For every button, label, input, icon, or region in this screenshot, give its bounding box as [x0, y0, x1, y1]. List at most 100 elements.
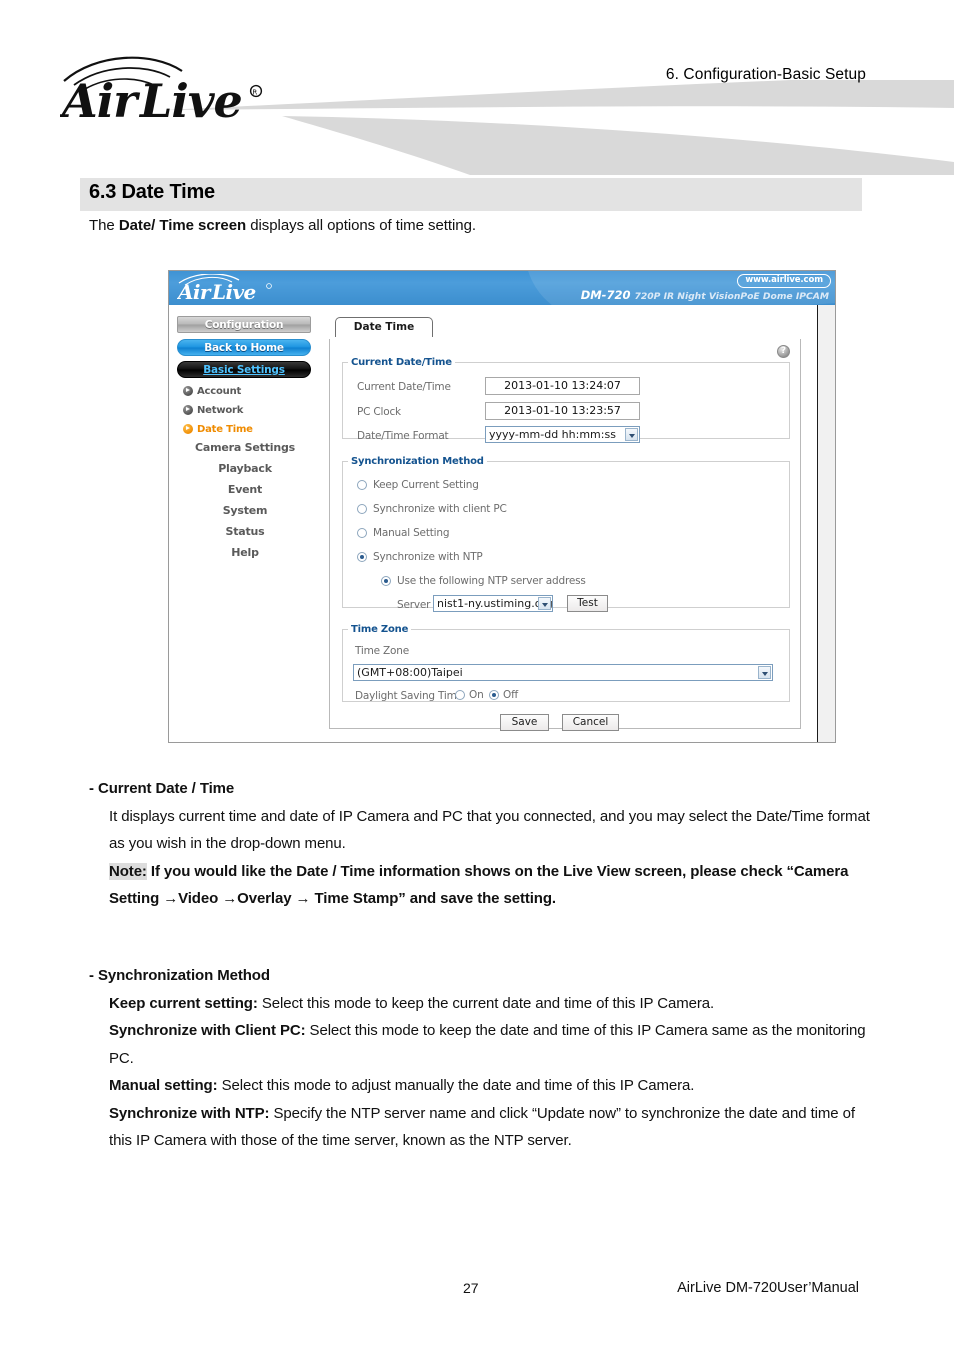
radio-manual-setting[interactable]: [357, 528, 367, 538]
sidebar-item-help-label: Help: [231, 546, 259, 559]
section-intro-text: The Date/ Time screen displays all optio…: [89, 217, 476, 234]
group-synchronization-method: Synchronization Method Keep Current Sett…: [342, 456, 790, 612]
date-time-settings-card: ? Current Date/Time Current Date/Time 20…: [329, 339, 801, 731]
camera-ui-sidebar: Configuration Back to Home Basic Setting…: [169, 305, 322, 742]
play-bullet-icon: [183, 424, 193, 434]
cancel-button[interactable]: Cancel: [562, 714, 619, 731]
sidebar-item-date-time[interactable]: Date Time: [183, 422, 253, 435]
label-time-zone: Time Zone: [355, 645, 409, 657]
camera-web-ui-screenshot: Air Live www.airlive.com DM-720 720P IR N…: [168, 270, 836, 743]
select-ntp-server[interactable]: nist1-ny.ustiming.org: [433, 595, 553, 612]
radio-dst-on-label: On: [469, 689, 484, 701]
test-button[interactable]: Test: [567, 595, 608, 612]
camera-model-label: DM-720 720P IR Night VisionPoE Dome IPCAM: [581, 288, 829, 302]
radio-dst-on[interactable]: [455, 690, 465, 700]
model-description: 720P IR Night VisionPoE Dome IPCAM: [634, 291, 829, 302]
sidebar-back-to-home-label: Back to Home: [204, 342, 284, 354]
sidebar-item-status[interactable]: Status: [169, 525, 321, 538]
select-time-zone-value: (GMT+08:00)Taipei: [357, 666, 463, 679]
sidebar-item-event[interactable]: Event: [169, 483, 321, 496]
section-current-date-time: - Current Date / Time It displays curren…: [89, 775, 879, 913]
sidebar-item-help[interactable]: Help: [169, 546, 321, 559]
page-title: 6.3 Date Time: [89, 181, 215, 203]
label-ntp-server: Server: [397, 599, 431, 611]
label-date-time-format: Date/Time Format: [357, 430, 449, 442]
group-synchronization-method-legend: Synchronization Method: [351, 456, 484, 467]
field-pc-clock-value: 2013-01-10 13:23:57: [485, 402, 640, 420]
sidebar-header-configuration: Configuration: [177, 316, 311, 333]
radio-dst-off-label: Off: [503, 689, 519, 701]
heading-synchronization-method: - Synchronization Method: [89, 967, 270, 984]
term-manual-setting: Manual setting:: [109, 1077, 218, 1094]
note-label: Note:: [109, 862, 147, 880]
desc-keep-current-setting: Select this mode to keep the current dat…: [257, 994, 715, 1012]
group-time-zone: Time Zone Time Zone (GMT+08:00)Taipei Da…: [342, 624, 790, 702]
tab-date-time[interactable]: Date Time: [335, 317, 433, 337]
sidebar-item-event-label: Event: [227, 483, 263, 496]
chevron-down-icon: [625, 428, 638, 441]
term-keep-current-setting: Keep current setting:: [109, 994, 258, 1012]
entry-manual-setting: Manual setting: Select this mode to adju…: [109, 1072, 879, 1100]
svg-text:Live: Live: [138, 74, 242, 125]
radio-keep-current-setting[interactable]: [357, 480, 367, 490]
svg-text:Live: Live: [211, 280, 256, 302]
sidebar-item-system[interactable]: System: [169, 504, 321, 517]
sidebar-item-account[interactable]: Account: [183, 384, 241, 397]
term-synchronize-with-client-pc: Synchronize with Client PC:: [109, 1022, 306, 1039]
select-time-zone[interactable]: (GMT+08:00)Taipei: [353, 664, 773, 681]
camera-ui-main-pane: Date Time ? Current Date/Time Current Da…: [321, 305, 818, 742]
sidebar-item-back-to-home[interactable]: Back to Home: [177, 339, 311, 356]
field-current-date-time-value: 2013-01-10 13:24:07: [485, 377, 640, 395]
sidebar-item-network[interactable]: Network: [183, 403, 243, 416]
sidebar-item-playback-label: Playback: [218, 462, 272, 475]
sidebar-item-account-label: Account: [197, 386, 242, 397]
save-button[interactable]: Save: [500, 714, 549, 731]
camera-ui-airlive-logo: Air Live: [176, 273, 307, 304]
select-date-time-format[interactable]: yyyy-mm-dd hh:mm:ss: [485, 426, 640, 443]
svg-text:Air: Air: [177, 280, 212, 302]
footer-page-number: 27: [463, 1280, 479, 1296]
camera-ui-topbar: Air Live www.airlive.com DM-720 720P IR N…: [169, 271, 835, 305]
chevron-down-icon: [758, 666, 771, 679]
radio-synchronize-with-ntp[interactable]: [357, 552, 367, 562]
play-bullet-icon: [183, 405, 193, 415]
group-current-date-time: Current Date/Time Current Date/Time 2013…: [342, 357, 790, 443]
intro-prefix: The: [89, 217, 119, 234]
sidebar-item-date-time-label: Date Time: [197, 424, 253, 435]
tab-date-time-label: Date Time: [353, 321, 415, 333]
play-bullet-icon: [183, 386, 193, 396]
svg-text:Air: Air: [60, 74, 141, 125]
note-text: If you would like the Date / Time inform…: [109, 862, 849, 908]
chevron-down-icon: [538, 597, 551, 610]
radio-synchronize-with-client-pc[interactable]: [357, 504, 367, 514]
heading-current-date-time: - Current Date / Time: [89, 780, 235, 797]
sidebar-item-network-label: Network: [197, 405, 244, 416]
svg-text:R: R: [252, 89, 257, 97]
sidebar-item-camera-settings-label: Camera Settings: [194, 441, 296, 454]
paragraph-current-date-time: It displays current time and date of IP …: [109, 807, 870, 853]
sidebar-item-camera-settings[interactable]: Camera Settings: [169, 441, 321, 454]
label-pc-clock: PC Clock: [357, 406, 401, 418]
radio-synchronize-with-ntp-label: Synchronize with NTP: [373, 551, 483, 563]
chapter-header-text: 6. Configuration-Basic Setup: [665, 66, 866, 83]
sidebar-item-playback[interactable]: Playback: [169, 462, 321, 475]
label-current-date-time: Current Date/Time: [357, 381, 451, 393]
sidebar-item-system-label: System: [222, 504, 268, 517]
radio-use-following-ntp-server[interactable]: [381, 576, 391, 586]
select-ntp-server-value: nist1-ny.ustiming.org: [437, 597, 553, 610]
sidebar-configuration-label: Configuration: [204, 319, 284, 331]
sidebar-basic-settings-label: Basic Settings: [203, 364, 285, 376]
radio-keep-current-setting-label: Keep Current Setting: [373, 479, 479, 491]
group-current-date-time-legend: Current Date/Time: [351, 357, 452, 368]
airlive-website-pill[interactable]: www.airlive.com: [737, 274, 831, 288]
model-number: DM-720: [580, 288, 631, 302]
sidebar-item-status-label: Status: [225, 525, 265, 538]
intro-bold: Date/ Time screen: [118, 217, 247, 234]
group-time-zone-legend: Time Zone: [351, 624, 409, 635]
vertical-scrollbar[interactable]: [817, 305, 835, 742]
radio-dst-off[interactable]: [489, 690, 499, 700]
desc-manual-setting: Select this mode to adjust manually the …: [217, 1077, 695, 1094]
entry-synchronize-with-client-pc: Synchronize with Client PC: Select this …: [109, 1017, 879, 1072]
sidebar-item-basic-settings[interactable]: Basic Settings: [177, 361, 311, 378]
footer-manual-title: AirLive DM-720User’Manual: [677, 1280, 859, 1296]
